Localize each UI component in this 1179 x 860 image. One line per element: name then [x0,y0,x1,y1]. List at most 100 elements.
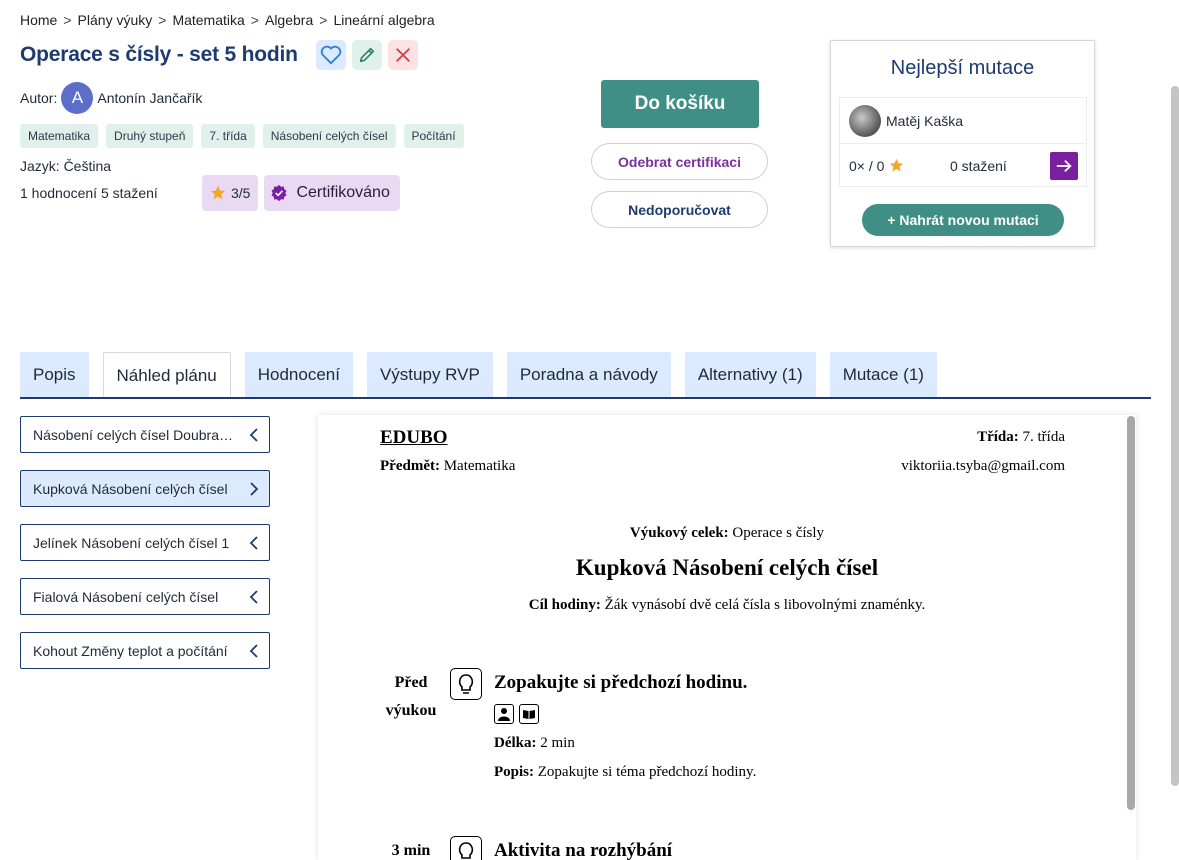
activity-title: Aktivita na rozhýbání [494,840,673,860]
mutation-user[interactable]: Matěj Kaška [840,98,1086,144]
page-title: Operace s čísly - set 5 hodin [20,43,298,66]
doc-brand: EDUBO [380,427,448,448]
delete-button[interactable] [387,40,418,70]
best-mutation-panel: Nejlepší mutace Matěj Kaška 0× / 0 0 sta… [830,40,1095,247]
doc-goal-label: Cíl hodiny: [528,597,601,613]
tag[interactable]: Počítání [403,124,464,148]
tab-help[interactable]: Poradna a návody [506,352,671,398]
favorite-button[interactable] [315,40,346,70]
best-mutation-title: Nejlepší mutace [890,57,1035,79]
mutation-user-name: Matěj Kaška [886,112,964,129]
doc-lesson-title: Kupková Násobení celých čísel [575,555,879,580]
tag[interactable]: 7. třída [201,124,255,148]
mutation-stats: 0× / 0 0 stažení [840,144,1086,187]
tag[interactable]: Násobení celých čísel [262,124,396,148]
breadcrumb-separator: > [158,12,167,28]
lightbulb-icon [450,668,482,700]
tab-alternatives[interactable]: Alternativy (1) [684,352,816,398]
lesson-item-label: Jelínek Násobení celých čísel 1 [33,534,230,551]
tab-rvp-outputs[interactable]: Výstupy RVP [366,352,493,398]
breadcrumb: Home > Plány výuky > Matematika > Algebr… [20,12,435,28]
activity-icons [494,704,539,724]
chevron-right-icon [250,481,259,496]
book-icon [519,704,539,724]
lesson-item[interactable]: Fialová Násobení celých čísel [20,578,270,615]
tag-list: Matematika Druhý stupeň 7. třída Násoben… [20,124,464,148]
lesson-item[interactable]: Jelínek Násobení celých čísel 1 [20,524,270,561]
close-icon [395,48,410,62]
teacher-icon [494,704,514,724]
breadcrumb-algebra[interactable]: Algebra [265,12,313,28]
activity-description: Popis: Zopakujte si téma předchozí hodin… [494,764,756,781]
certified-label: Certifikováno [296,184,390,201]
activity-length: Délka: 2 min [494,735,575,752]
doc-goal-value: Žák vynásobí dvě celá čísla s libovolným… [604,597,926,613]
chevron-left-icon [249,643,258,658]
author-name[interactable]: Antonín Jančařík [97,90,202,106]
chevron-left-icon [249,589,258,604]
chevron-left-icon [249,535,258,550]
breadcrumb-plans[interactable]: Plány výuky [78,12,153,28]
activity-length-label: Délka: [494,735,537,751]
mutation-downloads: 0 stažení [950,157,1007,174]
preview-scrollbar[interactable] [1127,416,1135,810]
tag[interactable]: Matematika [20,124,99,148]
upload-mutation-button[interactable]: + Nahrát novou mutaci [862,204,1064,236]
breadcrumb-math[interactable]: Matematika [172,12,244,28]
not-recommend-button[interactable]: Nedoporučovat [591,191,768,228]
activity-description-label: Popis: [494,764,535,780]
breadcrumb-home[interactable]: Home [20,12,57,28]
doc-subject-label: Předmět: [380,458,440,474]
doc-grade-value: 7. třída [1022,429,1066,445]
lightbulb-icon [450,836,482,860]
doc-email: viktoriia.tsyba@gmail.com [901,458,1065,474]
rating-score: 3/5 [231,185,251,201]
lesson-item-label: Kohout Změny teplot a počítání [33,642,228,659]
phase-time: 3 min [391,842,431,859]
stats-row: 1 hodnocení 5 stažení 3/5 Certifikováno [20,175,400,211]
tag[interactable]: Druhý stupeň [106,124,194,148]
doc-unit-label: Výukový celek: [629,525,729,541]
doc-goal: Cíl hodiny: Žák vynásobí dvě celá čísla … [318,597,1136,614]
author-row: Autor: A Antonín Jančařík [20,82,202,114]
tab-divider [20,397,1151,399]
activity-length-value: 2 min [540,735,575,751]
breadcrumb-separator: > [63,12,72,28]
tab-ratings[interactable]: Hodnocení [244,352,353,398]
heart-icon [320,45,341,65]
breadcrumb-linear-algebra[interactable]: Lineární algebra [333,12,434,28]
lesson-item[interactable]: Násobení celých čísel Doubravová [20,416,270,453]
avatar [849,104,881,137]
star-icon [890,158,904,172]
breadcrumb-separator: > [319,12,328,28]
doc-grade: Třída: 7. třída [977,429,1065,446]
pencil-icon [359,47,374,63]
doc-grade-label: Třída: [977,429,1019,445]
lesson-item[interactable]: Kupková Násobení celých čísel [20,470,270,507]
add-to-cart-button[interactable]: Do košíku [601,80,759,128]
plan-preview: EDUBO Předmět: Matematika Třída: 7. tříd… [318,415,1136,860]
stats-text: 1 hodnocení 5 stažení [20,185,202,201]
doc-subject-value: Matematika [443,458,516,474]
chevron-left-icon [249,427,258,442]
title-row: Operace s čísly - set 5 hodin [20,40,424,70]
open-mutation-button[interactable] [1050,152,1078,180]
tab-mutations[interactable]: Mutace (1) [829,352,937,398]
activity-title: Zopakujte si předchozí hodinu. [494,672,748,693]
activity-description-value: Zopakujte si téma předchozí hodiny. [537,764,757,780]
lesson-item[interactable]: Kohout Změny teplot a počítání [20,632,270,669]
page-scrollbar[interactable] [1171,86,1179,786]
arrow-right-icon [1056,159,1072,173]
avatar[interactable]: A [61,82,94,114]
tab-plan-preview[interactable]: Náhled plánu [102,352,231,398]
tab-description[interactable]: Popis [20,352,89,398]
edit-button[interactable] [351,40,382,70]
mutation-rating: 0× / 0 [849,157,885,174]
remove-certification-button[interactable]: Odebrat certifikaci [591,143,768,180]
lesson-list: Násobení celých čísel Doubravová Kupková… [20,416,270,686]
doc-subject: Předmět: Matematika [380,458,515,475]
star-icon [210,185,226,200]
rating-badge: 3/5 [202,175,259,211]
language: Jazyk: Čeština [20,158,112,174]
breadcrumb-separator: > [250,12,259,28]
